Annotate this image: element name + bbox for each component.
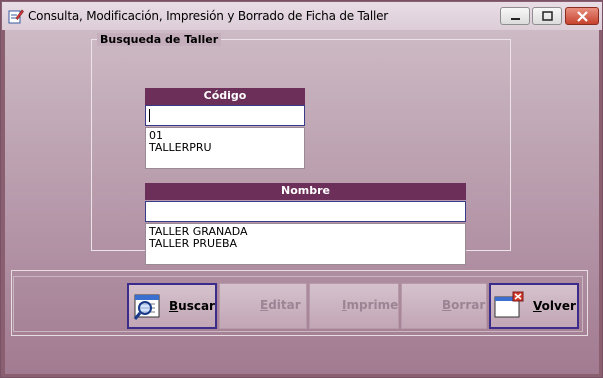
buscar-label: Buscar (169, 299, 215, 313)
list-item[interactable]: TALLERPRU (149, 142, 301, 154)
minimize-button[interactable] (500, 7, 530, 25)
text-caret (149, 109, 150, 122)
borrar-label: Borrar (442, 298, 486, 312)
codigo-list[interactable]: 01 TALLERPRU (145, 127, 305, 169)
search-list-icon (133, 294, 160, 320)
list-item[interactable]: TALLER PRUEBA (149, 238, 462, 250)
nombre-list[interactable]: TALLER GRANADA TALLER PRUEBA (145, 223, 466, 265)
title-bar[interactable]: Consulta, Modificación, Impresión y Borr… (2, 2, 602, 30)
minimize-icon (511, 18, 520, 20)
window-title: Consulta, Modificación, Impresión y Borr… (28, 9, 389, 23)
volver-button[interactable]: Volver (489, 283, 579, 329)
editar-label: Editar (260, 298, 301, 312)
maximize-icon (542, 11, 553, 21)
nombre-search-input[interactable] (145, 201, 466, 222)
volver-label: Volver (533, 299, 576, 313)
borrar-button[interactable]: Borrar (401, 283, 487, 329)
search-group-legend: Busqueda de Taller (97, 33, 222, 46)
edit-form-icon (8, 8, 24, 24)
codigo-header: Código (145, 88, 305, 105)
codigo-search-input[interactable] (145, 105, 305, 126)
close-icon (577, 11, 588, 22)
close-button[interactable] (565, 7, 599, 25)
buscar-button[interactable]: Buscar (127, 283, 217, 329)
editar-button[interactable]: Editar (219, 283, 307, 329)
imprime-button[interactable]: Imprime (309, 283, 399, 329)
imprime-label: Imprime (342, 298, 399, 312)
maximize-button[interactable] (532, 7, 562, 25)
window: Consulta, Modificación, Impresión y Borr… (0, 0, 603, 378)
close-window-icon (494, 291, 524, 318)
nombre-header: Nombre (145, 183, 466, 200)
